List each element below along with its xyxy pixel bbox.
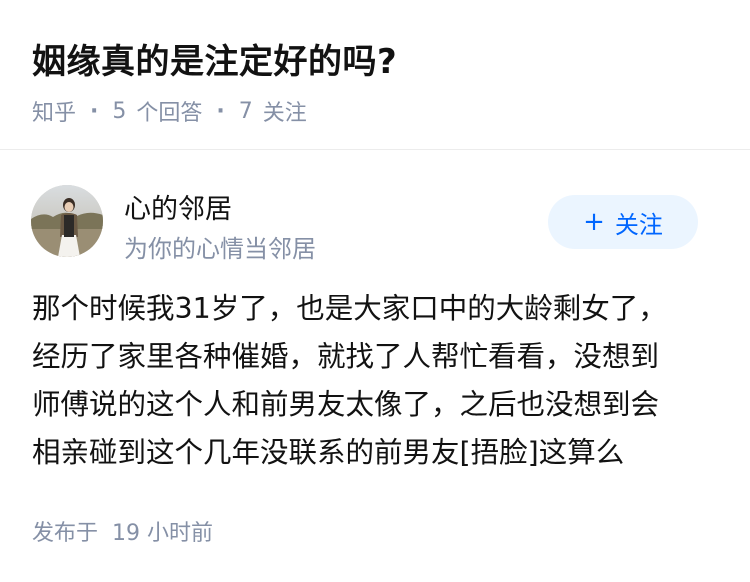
answer-timestamp: 发布于 19 小时前 (32, 515, 213, 547)
author-name[interactable]: 心的邻居 (124, 187, 232, 226)
answer-content[interactable]: 那个时候我31岁了，也是大家口中的大龄剩女了， 经历了家里各种催婚，就找了人帮忙… (32, 285, 712, 477)
plus-icon: + (583, 207, 605, 237)
answer-text-line: 经历了家里各种催婚，就找了人帮忙看看，没想到 (32, 340, 660, 373)
follower-count-label: 关注 (262, 101, 307, 126)
author-bio: 为你的心情当邻居 (124, 235, 316, 263)
answer-card: 心的邻居 为你的心情当邻居 + 关注 那个时候我31岁了，也是大家口中的大龄剩女… (0, 151, 750, 582)
meta-separator: · (216, 98, 225, 124)
answer-count: 5 (112, 98, 127, 124)
answer-text-line: 师傅说的这个人和前男友太像了，之后也没想到会 (32, 388, 660, 421)
meta-separator: · (90, 98, 99, 124)
question-meta: 知乎 · 5 个回答 · 7 关注 (32, 95, 307, 127)
source-label[interactable]: 知乎 (32, 95, 76, 127)
avatar-photo-icon (31, 185, 103, 257)
question-title[interactable]: 姻缘真的是注定好的吗? (32, 34, 397, 83)
timestamp-label: 发布于 (32, 521, 99, 546)
follow-button[interactable]: + 关注 (548, 195, 698, 249)
answer-text-line: 相亲碰到这个几年没联系的前男友[捂脸]这算么 (32, 436, 625, 469)
avatar[interactable] (31, 185, 103, 257)
follower-count: 7 (238, 98, 253, 124)
answer-text-line: 那个时候我31岁了，也是大家口中的大龄剩女了， (32, 292, 667, 325)
timestamp-value: 19 小时前 (112, 521, 214, 546)
follow-button-label: 关注 (614, 210, 663, 239)
question-header: 姻缘真的是注定好的吗? 知乎 · 5 个回答 · 7 关注 (0, 0, 750, 150)
answer-count-label[interactable]: 个回答 (136, 95, 202, 127)
